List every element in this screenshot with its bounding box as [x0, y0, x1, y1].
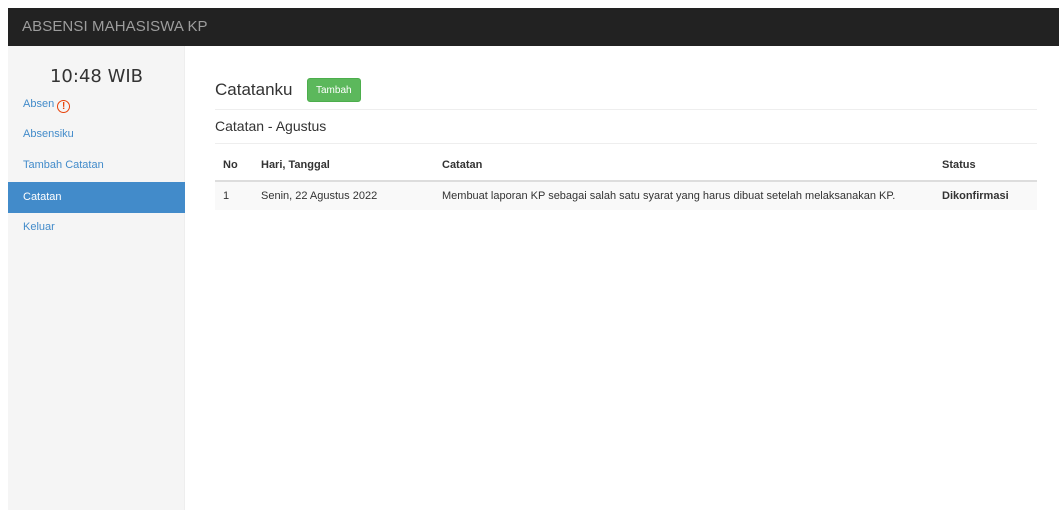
sidebar-item-absen[interactable]: Absen! [8, 89, 185, 120]
sidebar-item-keluar[interactable]: Keluar [8, 212, 185, 243]
sidebar-item-label: Keluar [23, 221, 55, 233]
column-header-status: Status [934, 150, 1037, 182]
notes-table: No Hari, Tanggal Catatan Status 1 Senin,… [215, 150, 1037, 210]
top-navbar: ABSENSI MAHASISWA KP [8, 8, 1059, 46]
cell-note: Membuat laporan KP sebagai salah satu sy… [434, 181, 934, 210]
sidebar-item-label: Absensiku [23, 128, 74, 140]
sidebar-item-catatan[interactable]: Catatan [8, 182, 185, 213]
sidebar-item-label: Catatan [23, 191, 62, 203]
cell-date: Senin, 22 Agustus 2022 [253, 181, 434, 210]
table-row: 1 Senin, 22 Agustus 2022 Membuat laporan… [215, 181, 1037, 210]
add-note-button[interactable]: Tambah [307, 78, 361, 102]
status-badge: Dikonfirmasi [934, 181, 1037, 210]
sidebar-item-tambah-catatan[interactable]: Tambah Catatan [8, 150, 185, 181]
page-header: Catatanku Tambah [215, 76, 1037, 110]
sidebar-item-label: Tambah Catatan [23, 159, 104, 171]
page-title: Catatanku [215, 80, 293, 99]
column-header-note: Catatan [434, 150, 934, 182]
alert-circle-icon: ! [57, 100, 71, 113]
table-header-row: No Hari, Tanggal Catatan Status [215, 150, 1037, 182]
column-header-no: No [215, 150, 253, 182]
sidebar: 10:48 WIB Absen! Absensiku Tambah Catata… [8, 46, 185, 510]
brand-title[interactable]: ABSENSI MAHASISWA KP [22, 18, 208, 35]
sidebar-item-absensiku[interactable]: Absensiku [8, 119, 185, 150]
sidebar-item-label: Absen [23, 98, 55, 110]
cell-no: 1 [215, 181, 253, 210]
section-title: Catatan - Agustus [215, 118, 1037, 144]
column-header-date: Hari, Tanggal [253, 150, 434, 182]
clock-display: 10:48 WIB [49, 66, 144, 87]
